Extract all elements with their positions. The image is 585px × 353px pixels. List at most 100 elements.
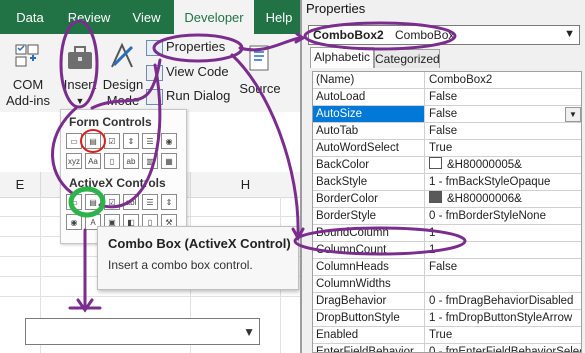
property-value[interactable] xyxy=(427,276,581,292)
property-row[interactable]: ColumnWidths xyxy=(313,276,581,293)
properties-label: Properties xyxy=(166,39,226,54)
property-row[interactable]: DragBehavior 0 - fmDragBehaviorDisabled xyxy=(313,293,581,310)
property-row[interactable]: BackColor &H80000005& xyxy=(313,157,581,174)
com-addins-icon xyxy=(15,44,39,67)
property-name[interactable]: ColumnWidths xyxy=(313,276,425,292)
property-value[interactable]: 1 xyxy=(427,225,581,241)
property-name[interactable]: BorderColor xyxy=(313,191,425,207)
property-row[interactable]: BoundColumn 1 xyxy=(313,225,581,242)
property-value[interactable]: &H80000005& xyxy=(427,157,581,173)
chevron-down-icon[interactable]: ▼ xyxy=(564,28,575,40)
property-row[interactable]: ColumnHeads False xyxy=(313,259,581,276)
form-spin-button-icon[interactable]: ⇕ xyxy=(123,133,139,149)
property-value[interactable]: 1 - fmDropButtonStyleArrow xyxy=(427,310,581,326)
activex-checkbox-icon[interactable]: ☑ xyxy=(104,194,120,210)
activex-list-box-icon[interactable]: ☰ xyxy=(142,194,158,210)
property-row[interactable]: ColumnCount 1 xyxy=(313,242,581,259)
activex-spin-button-icon[interactable]: ⇕ xyxy=(161,194,177,210)
tab-review[interactable]: Review xyxy=(60,0,118,34)
form-text-field-icon[interactable]: ab xyxy=(123,153,139,169)
property-value[interactable]: True xyxy=(427,140,581,156)
form-checkbox-icon[interactable]: ☑ xyxy=(104,133,120,149)
property-row[interactable]: Enabled True xyxy=(313,327,581,344)
property-value[interactable]: 1 - fmBackStyleOpaque xyxy=(427,174,581,190)
activex-combo-box-icon[interactable]: ▤ xyxy=(85,194,101,210)
form-label-icon[interactable]: Aa xyxy=(85,153,101,169)
design-mode-button[interactable]: Design Mode xyxy=(102,39,144,111)
tab-data[interactable]: Data xyxy=(5,0,55,34)
property-value[interactable]: False xyxy=(427,259,581,275)
property-value[interactable]: False xyxy=(427,123,581,139)
property-row[interactable]: BorderStyle 0 - fmBorderStyleNone xyxy=(313,208,581,225)
form-list-box-icon[interactable]: ☰ xyxy=(142,133,158,149)
property-row[interactable]: AutoWordSelect True xyxy=(313,140,581,157)
property-row[interactable]: EnterFieldBehavior 0 - fmEnterFieldBehavi… xyxy=(313,344,581,353)
tab-help[interactable]: Help xyxy=(258,0,300,34)
form-controls-heading: Form Controls xyxy=(69,115,152,129)
property-name[interactable]: (Name) xyxy=(313,72,425,88)
property-value[interactable]: 0 - fmBorderStyleNone xyxy=(427,208,581,224)
property-value-text: 0 - fmEnterFieldBehaviorSelectAll xyxy=(429,346,581,353)
column-header-e[interactable]: E xyxy=(0,172,41,198)
toolbox-icon xyxy=(68,46,92,69)
tab-categorized[interactable]: Categorized xyxy=(374,49,440,68)
property-name[interactable]: ColumnHeads xyxy=(313,259,425,275)
tab-alphabetic[interactable]: Alphabetic xyxy=(310,47,374,68)
property-row[interactable]: AutoLoad False xyxy=(313,89,581,106)
property-name[interactable]: BackStyle xyxy=(313,174,425,190)
object-selector[interactable]: ComboBox2 ComboBox ▼ xyxy=(308,25,580,45)
property-name[interactable]: BorderStyle xyxy=(313,208,425,224)
com-label: COM xyxy=(12,77,44,92)
tab-developer[interactable]: Developer xyxy=(174,0,254,34)
property-name[interactable]: ColumnCount xyxy=(313,242,425,258)
property-value[interactable]: False xyxy=(427,89,581,105)
property-name[interactable]: AutoTab xyxy=(313,123,425,139)
property-row[interactable]: BorderColor &H80000006& xyxy=(313,191,581,208)
property-value[interactable]: 0 - fmEnterFieldBehaviorSelectAll xyxy=(427,344,581,353)
source-button[interactable]: Source xyxy=(238,39,282,111)
property-row[interactable]: BackStyle 1 - fmBackStyleOpaque xyxy=(313,174,581,191)
property-value[interactable]: 1 xyxy=(427,242,581,258)
property-name[interactable]: EnterFieldBehavior xyxy=(313,344,425,352)
property-grid: (Name) ComboBox2 AutoLoad False AutoSize Fals… xyxy=(312,71,582,353)
property-row[interactable]: AutoTab False xyxy=(313,123,581,140)
activex-command-button-icon[interactable]: ▭ xyxy=(66,194,82,210)
property-value[interactable]: False ▼ xyxy=(427,106,581,122)
property-value-text: 1 xyxy=(429,244,436,256)
activex-option-button-icon[interactable]: ◉ xyxy=(66,214,82,230)
property-row[interactable]: AutoSize False ▼ xyxy=(313,106,581,123)
property-value[interactable]: ComboBox2 xyxy=(427,72,581,88)
column-header-h[interactable]: H xyxy=(191,172,301,198)
property-value[interactable]: 0 - fmDragBehaviorDisabled xyxy=(427,293,581,309)
property-name[interactable]: BoundColumn xyxy=(313,225,425,241)
activex-text-box-icon[interactable]: abl xyxy=(123,194,139,210)
form-combo-box-icon[interactable]: ▤ xyxy=(85,133,101,149)
property-row[interactable]: DropButtonStyle 1 - fmDropButtonStyleArro… xyxy=(313,310,581,327)
chevron-down-icon: ▼ xyxy=(75,96,85,106)
tab-view[interactable]: View xyxy=(124,0,169,34)
property-name[interactable]: AutoSize xyxy=(313,106,425,122)
property-value[interactable]: &H80000006& xyxy=(427,191,581,207)
chevron-down-icon[interactable]: ▼ xyxy=(243,325,255,339)
property-name[interactable]: Enabled xyxy=(313,327,425,343)
form-option-button-icon[interactable]: ◉ xyxy=(161,133,177,149)
property-value-text: False xyxy=(429,261,458,273)
property-name[interactable]: DropButtonStyle xyxy=(313,310,425,326)
insert-controls-menu: Form Controls ▭ ▤ ☑ ⇕ ☰ ◉ xyz Aa ▯ ab ▥ … xyxy=(60,109,187,244)
form-combo-dropdown-icon[interactable]: ▦ xyxy=(161,153,177,169)
property-value[interactable]: True xyxy=(427,327,581,343)
property-name[interactable]: AutoLoad xyxy=(313,89,425,105)
property-name[interactable]: AutoWordSelect xyxy=(313,140,425,156)
sheet-combo-box[interactable]: ▼ xyxy=(25,318,260,345)
insert-button[interactable]: Insert ▼ xyxy=(60,39,100,111)
property-name[interactable]: DragBehavior xyxy=(313,293,425,309)
chevron-down-icon[interactable]: ▼ xyxy=(565,107,581,122)
com-addins-button[interactable]: COM Add-ins xyxy=(6,39,50,111)
form-scroll-bar-icon[interactable]: ▯ xyxy=(104,153,120,169)
form-combo-list-icon[interactable]: ▥ xyxy=(142,153,158,169)
property-row[interactable]: (Name) ComboBox2 xyxy=(313,72,581,89)
form-group-box-icon[interactable]: xyz xyxy=(66,153,82,169)
property-name[interactable]: BackColor xyxy=(313,157,425,173)
control-tooltip: Combo Box (ActiveX Control) Insert a com… xyxy=(97,226,299,290)
form-button-control-icon[interactable]: ▭ xyxy=(66,133,82,149)
